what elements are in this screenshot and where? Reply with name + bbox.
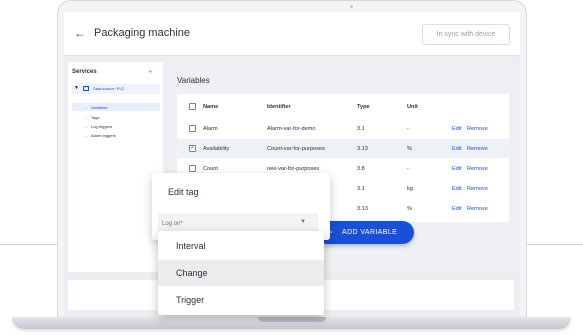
dropdown-caret-icon[interactable]: ▼ [300,219,306,225]
surface-line-right [520,244,583,245]
data-source-label: Data source: PLC [93,86,125,91]
row-checkbox-checked[interactable]: ✓ [189,145,196,152]
cell-name: Alarm [203,126,218,132]
column-header-type: Type [357,104,370,110]
column-header-identifier: Identifier [267,104,291,110]
back-arrow-icon[interactable]: ← [74,26,88,40]
edit-link[interactable]: Edit [452,146,462,152]
add-service-icon[interactable]: + [148,67,153,76]
services-title: Services [72,69,97,75]
sidebar-item-tags[interactable]: — Tags [84,115,99,120]
edit-link[interactable]: Edit [452,126,462,132]
cell-name: Count [203,166,218,172]
data-source-item[interactable]: ▼ Data source: PLC [72,84,160,94]
app-header: ← Packaging machine In sync with device [64,12,520,56]
cell-type: 3.13 [357,206,368,212]
sidebar-item-label: Variables [91,105,108,110]
log-on-select[interactable]: Log on* ▼ [158,213,318,233]
remove-link[interactable]: Remove [467,206,488,212]
edit-link[interactable]: Edit [452,166,462,172]
add-variable-label: ADD VARIABLE [342,229,398,236]
column-header-name: Name [203,104,219,110]
plc-icon [83,86,89,91]
page-title: Packaging machine [94,27,191,39]
edit-tag-dialog: Edit tag Log on* ▼ [152,173,330,240]
menu-item-change[interactable]: Change [158,260,324,286]
stage: ← Packaging machine In sync with device … [0,0,583,335]
cell-unit: kg [407,186,413,192]
sidebar-item-variables[interactable]: — Variables [84,105,107,110]
edit-link[interactable]: Edit [452,206,462,212]
remove-link[interactable]: Remove [467,126,488,132]
services-sidebar: Services + ▼ Data source: PLC — Variables… [68,62,163,272]
edit-link[interactable]: Edit [452,186,462,192]
cell-unit: - [407,166,409,172]
sidebar-item-label: Log triggers [91,124,113,129]
laptop-notch [258,317,326,322]
sync-status-button[interactable]: In sync with device [422,24,510,45]
variables-title: Variables [177,76,210,85]
sidebar-item-label: Alarm triggers [91,133,116,138]
cell-type: 3.8 [357,166,365,172]
cell-type: 3.1 [357,126,365,132]
cell-type: 3.13 [357,146,368,152]
remove-link[interactable]: Remove [467,146,488,152]
cell-identifier: oee-var-for-purposes [267,166,320,172]
add-variable-button[interactable]: + ADD VARIABLE [316,221,414,244]
cell-identifier: Count-var-for-purposes [267,146,325,152]
cell-type: 3.1 [357,186,365,192]
sidebar-item-label: Tags [91,115,100,120]
row-checkbox[interactable] [189,125,196,132]
menu-item-trigger[interactable]: Trigger [158,287,324,313]
sidebar-item-log-triggers[interactable]: — Log triggers [84,124,112,129]
remove-link[interactable]: Remove [467,166,488,172]
log-on-menu: Interval Change Trigger [158,231,324,315]
select-all-checkbox[interactable] [189,103,196,110]
sidebar-item-alarm-triggers[interactable]: — Alarm triggers [84,133,116,138]
row-checkbox[interactable] [189,165,196,172]
caret-down-icon[interactable]: ▼ [74,85,79,91]
dialog-title: Edit tag [168,187,199,197]
column-header-unit: Unit [407,104,418,110]
remove-link[interactable]: Remove [467,186,488,192]
cell-unit: % [407,206,412,212]
surface-line-left [0,244,64,245]
cell-unit: - [407,126,409,132]
cell-name: Availability [203,146,230,152]
log-on-label: Log on* [162,221,183,227]
camera-dot [350,5,353,8]
cell-identifier: Alarm-var-for-demo [267,126,316,132]
menu-item-interval[interactable]: Interval [158,233,324,259]
cell-unit: % [407,146,412,152]
